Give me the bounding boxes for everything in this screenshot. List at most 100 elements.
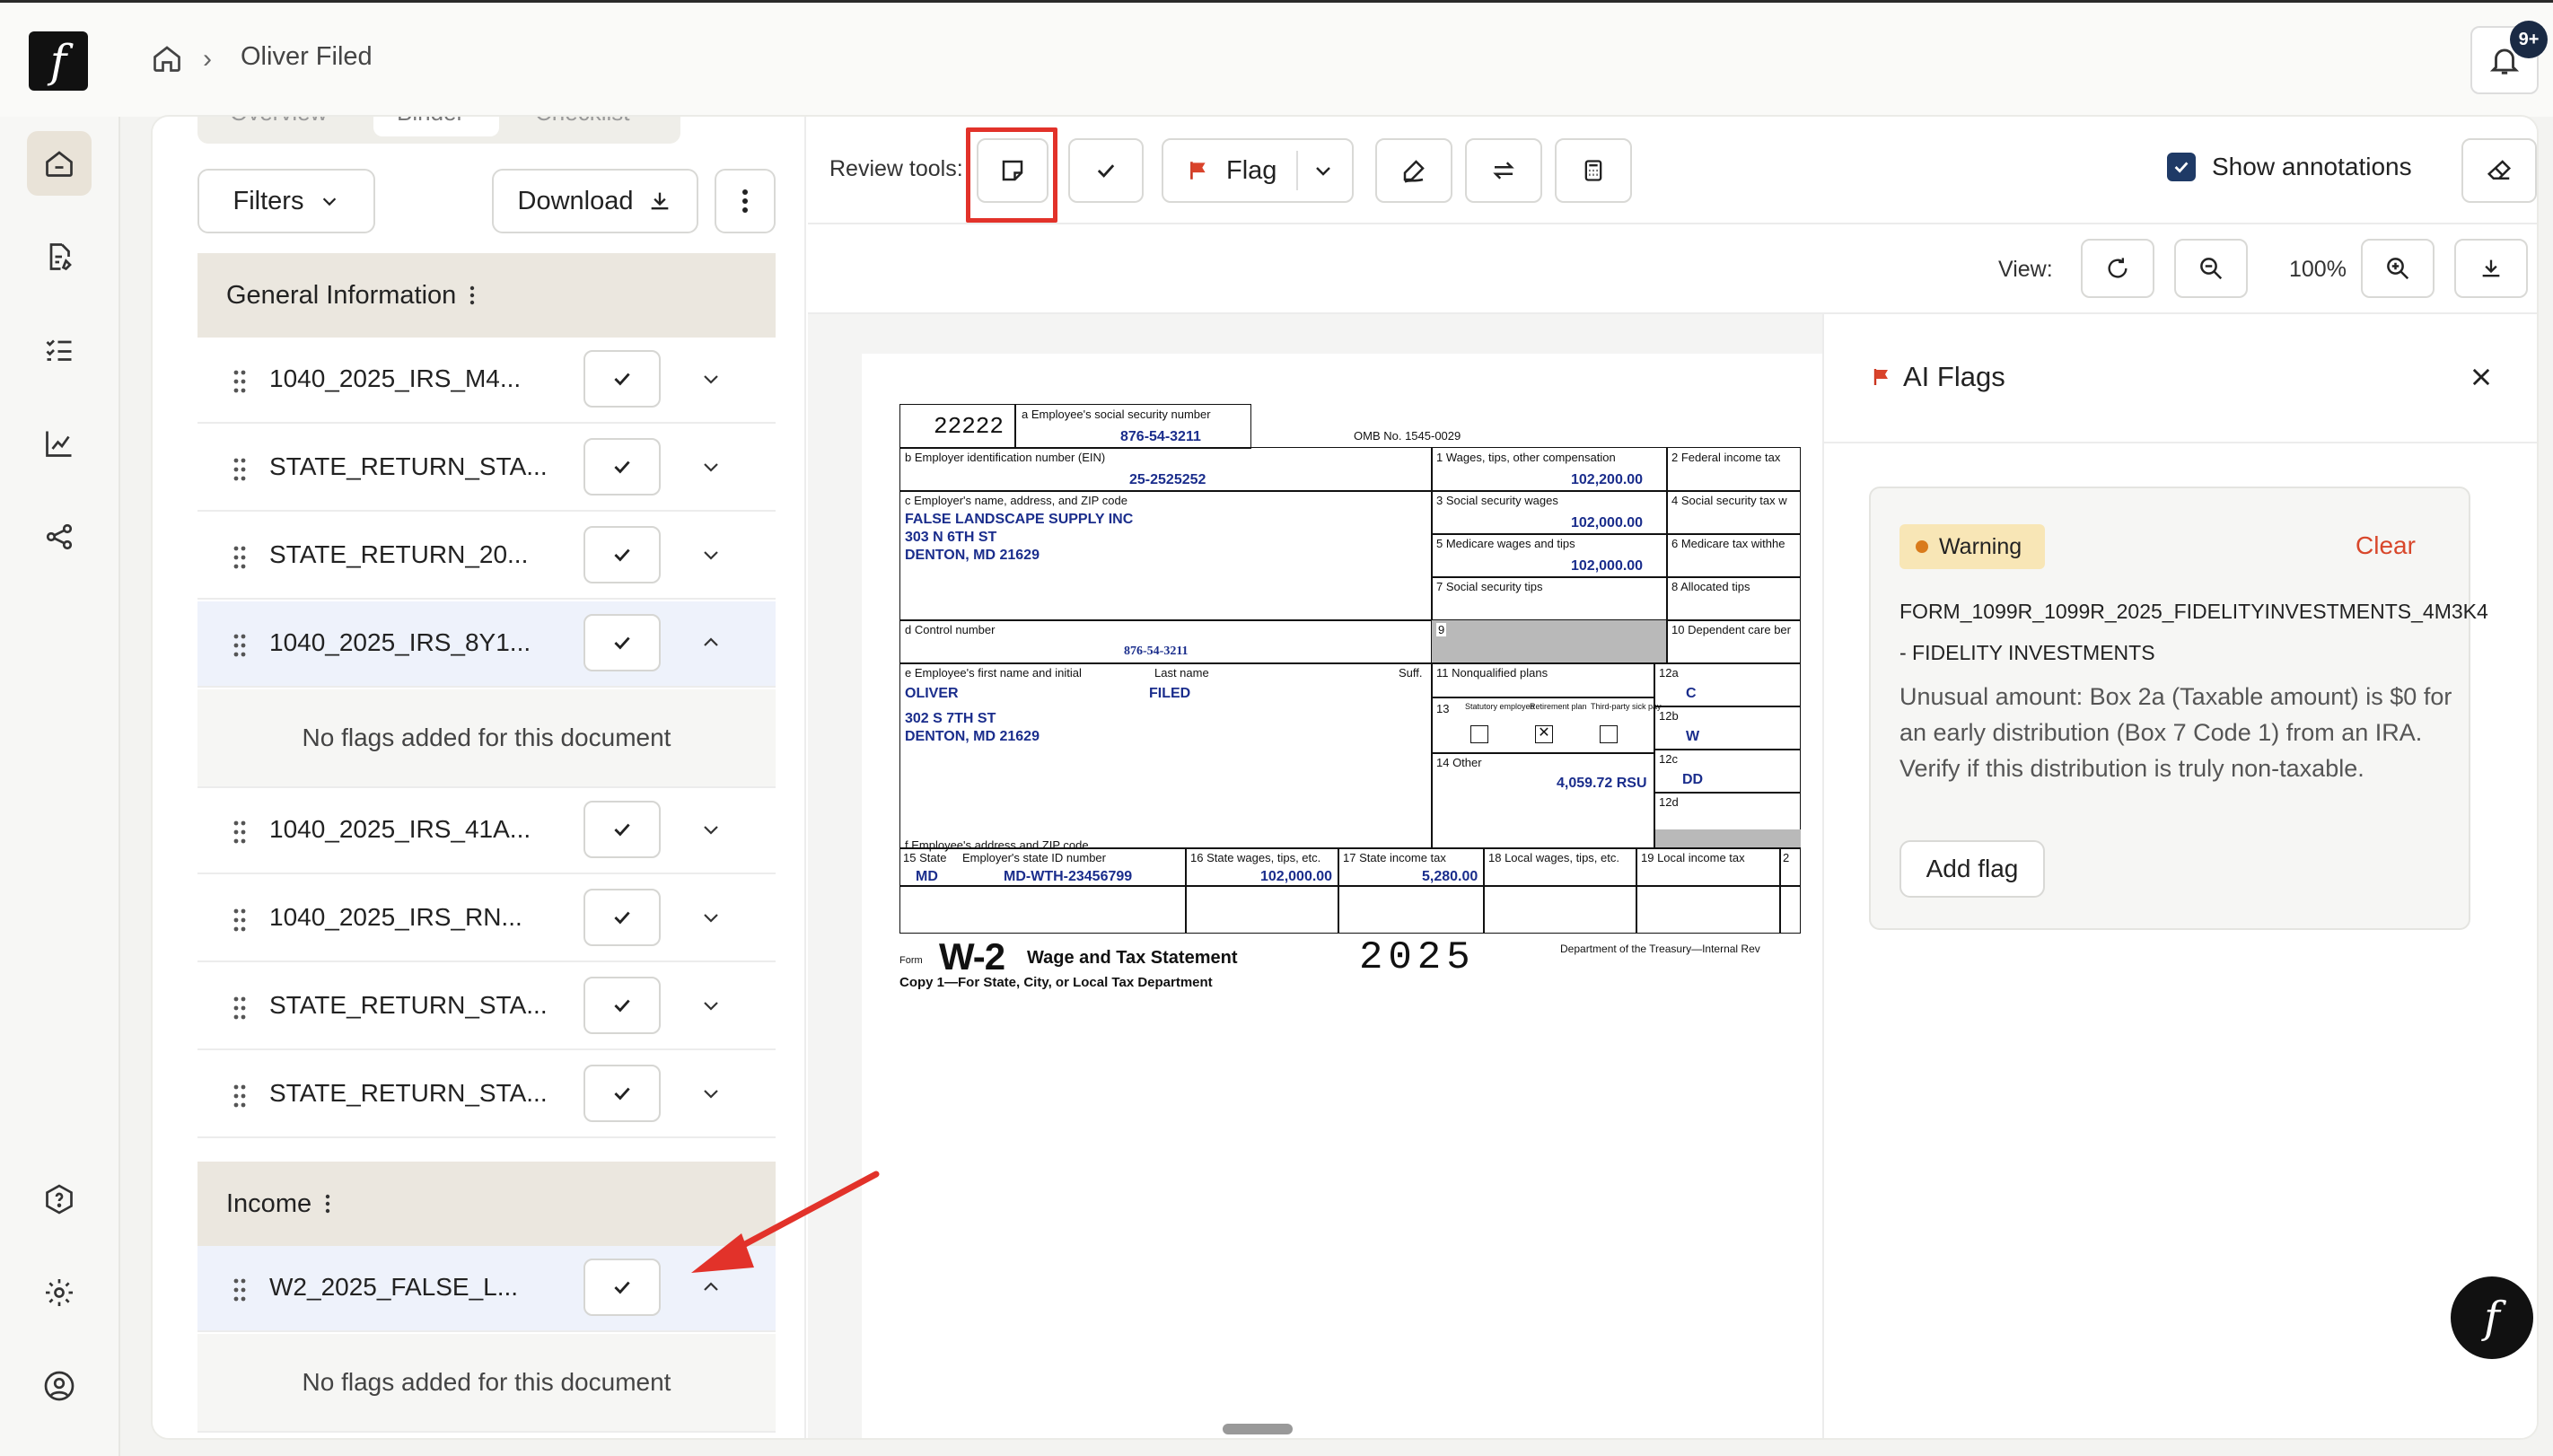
- warning-dot-icon: [1916, 540, 1928, 553]
- nav-home[interactable]: [27, 131, 92, 196]
- mark-reviewed-button[interactable]: [583, 977, 661, 1034]
- chevron-down-icon[interactable]: [700, 456, 722, 478]
- check-icon: [614, 999, 630, 1013]
- drag-handle-icon[interactable]: [233, 546, 246, 569]
- chevron-down-icon[interactable]: [700, 907, 722, 928]
- drag-handle-icon[interactable]: [233, 1278, 246, 1302]
- document-name[interactable]: 1040_2025_IRS_41A...: [269, 815, 531, 844]
- tab-checklist[interactable]: Checklist: [535, 117, 629, 127]
- mark-reviewed-button[interactable]: [583, 1065, 661, 1122]
- show-annotations-checkbox[interactable]: [2167, 153, 2196, 181]
- section-header-general-information[interactable]: General Information: [197, 253, 776, 338]
- chevron-down-icon[interactable]: [700, 1083, 722, 1104]
- mark-reviewed-button[interactable]: [583, 1259, 661, 1316]
- chevron-down-icon[interactable]: [700, 819, 722, 840]
- flag-document-subtitle: - FIDELITY INVESTMENTS: [1899, 641, 2155, 664]
- check-icon: [614, 548, 630, 562]
- chevron-down-icon: [323, 197, 337, 206]
- document-name[interactable]: STATE_RETURN_STA...: [269, 991, 548, 1020]
- list-item[interactable]: 1040_2025_IRS_RN...: [197, 876, 776, 962]
- zoom-in-button[interactable]: [2361, 239, 2435, 298]
- drag-handle-icon[interactable]: [233, 370, 246, 393]
- document-name[interactable]: W2_2025_FALSE_L...: [269, 1273, 518, 1302]
- chevron-down-icon[interactable]: [700, 995, 722, 1016]
- rotate-button[interactable]: [2081, 239, 2154, 298]
- w2-b13-retirement: Retirement plan: [1530, 702, 1587, 711]
- drag-handle-icon[interactable]: [233, 820, 246, 844]
- filters-button[interactable]: Filters: [197, 169, 375, 233]
- tab-binder[interactable]: Binder: [397, 117, 464, 127]
- close-icon[interactable]: [2469, 364, 2494, 390]
- chevron-down-icon[interactable]: [1312, 160, 1334, 181]
- drag-handle-icon[interactable]: [233, 996, 246, 1020]
- drag-handle-icon[interactable]: [233, 458, 246, 481]
- clear-button[interactable]: Clear: [2356, 531, 2416, 560]
- nav-reports[interactable]: [27, 411, 92, 476]
- mark-reviewed-button[interactable]: [583, 801, 661, 858]
- nav-settings[interactable]: [27, 1260, 92, 1325]
- drag-handle-icon[interactable]: [233, 634, 246, 657]
- w2-form: 22222 a Employee's social security numbe…: [899, 404, 1828, 1032]
- list-item[interactable]: 1040_2025_IRS_M4...: [197, 338, 776, 424]
- nav-documents[interactable]: [27, 224, 92, 289]
- add-flag-button[interactable]: Add flag: [1899, 840, 2045, 898]
- w2-b12a-code: C: [1686, 686, 1697, 701]
- mark-reviewed-button[interactable]: [583, 889, 661, 946]
- drag-handle-icon[interactable]: [233, 908, 246, 932]
- list-item[interactable]: STATE_RETURN_STA...: [197, 425, 776, 512]
- assistant-fab[interactable]: f: [2451, 1276, 2533, 1359]
- document-name[interactable]: 1040_2025_IRS_M4...: [269, 364, 521, 393]
- review-tools-label: Review tools:: [829, 156, 963, 181]
- tab-overview[interactable]: Overview: [230, 117, 327, 127]
- list-item[interactable]: STATE_RETURN_STA...: [197, 964, 776, 1050]
- document-name[interactable]: STATE_RETURN_STA...: [269, 1079, 548, 1108]
- check-icon: [614, 460, 630, 474]
- nav-share[interactable]: [27, 504, 92, 569]
- drag-handle-icon[interactable]: [233, 1084, 246, 1108]
- chevron-up-icon[interactable]: [700, 632, 722, 653]
- download-document-button[interactable]: [2454, 239, 2528, 298]
- scroll-handle[interactable]: [1223, 1424, 1293, 1434]
- download-button[interactable]: Download: [492, 169, 698, 233]
- filters-label: Filters: [232, 186, 304, 215]
- mark-reviewed-button[interactable]: [583, 350, 661, 408]
- home-icon[interactable]: [151, 42, 183, 75]
- mark-reviewed-button[interactable]: [583, 614, 661, 671]
- list-item[interactable]: STATE_RETURN_STA...: [197, 1052, 776, 1138]
- more-options-button[interactable]: [715, 169, 776, 233]
- flag-description: Unusual amount: Box 2a (Taxable amount) …: [1899, 683, 2452, 782]
- nav-help[interactable]: [27, 1167, 92, 1232]
- list-item[interactable]: STATE_RETURN_20...: [197, 513, 776, 600]
- chevron-down-icon[interactable]: [700, 544, 722, 566]
- document-name[interactable]: 1040_2025_IRS_RN...: [269, 903, 522, 932]
- mark-reviewed-button[interactable]: [583, 526, 661, 583]
- eraser-button[interactable]: [2461, 138, 2537, 203]
- mark-reviewed-button[interactable]: [583, 438, 661, 496]
- flag-button[interactable]: Flag: [1162, 138, 1354, 203]
- divider: [899, 885, 1801, 887]
- calculator-button[interactable]: [1555, 138, 1632, 203]
- chevron-down-icon[interactable]: [700, 368, 722, 390]
- download-icon: [652, 192, 669, 210]
- w2-b5: 102,000.00: [1571, 558, 1644, 574]
- w2-b14-label: 14 Other: [1436, 756, 1482, 769]
- approve-button[interactable]: [1068, 138, 1144, 203]
- list-item[interactable]: 1040_2025_IRS_8Y1...: [197, 601, 776, 688]
- check-icon: [614, 823, 630, 837]
- show-annotations-toggle[interactable]: Show annotations: [2167, 153, 2412, 181]
- breadcrumb-title[interactable]: Oliver Filed: [241, 42, 373, 72]
- document-name[interactable]: STATE_RETURN_20...: [269, 540, 528, 569]
- compare-button[interactable]: [1465, 138, 1542, 203]
- zoom-out-button[interactable]: [2174, 239, 2248, 298]
- document-viewer[interactable]: 22222 a Employee's social security numbe…: [808, 314, 1828, 1438]
- document-name[interactable]: 1040_2025_IRS_8Y1...: [269, 628, 531, 657]
- more-vertical-icon[interactable]: [324, 1193, 331, 1215]
- more-vertical-icon[interactable]: [469, 285, 476, 306]
- document-name[interactable]: STATE_RETURN_STA...: [269, 452, 548, 481]
- w2-b3-label: 3 Social security wages: [1436, 494, 1558, 507]
- list-item[interactable]: 1040_2025_IRS_41A...: [197, 788, 776, 874]
- sign-button[interactable]: [1375, 138, 1452, 203]
- nav-account[interactable]: [27, 1354, 92, 1418]
- nav-checklist[interactable]: [27, 318, 92, 382]
- app-logo[interactable]: f: [29, 31, 88, 91]
